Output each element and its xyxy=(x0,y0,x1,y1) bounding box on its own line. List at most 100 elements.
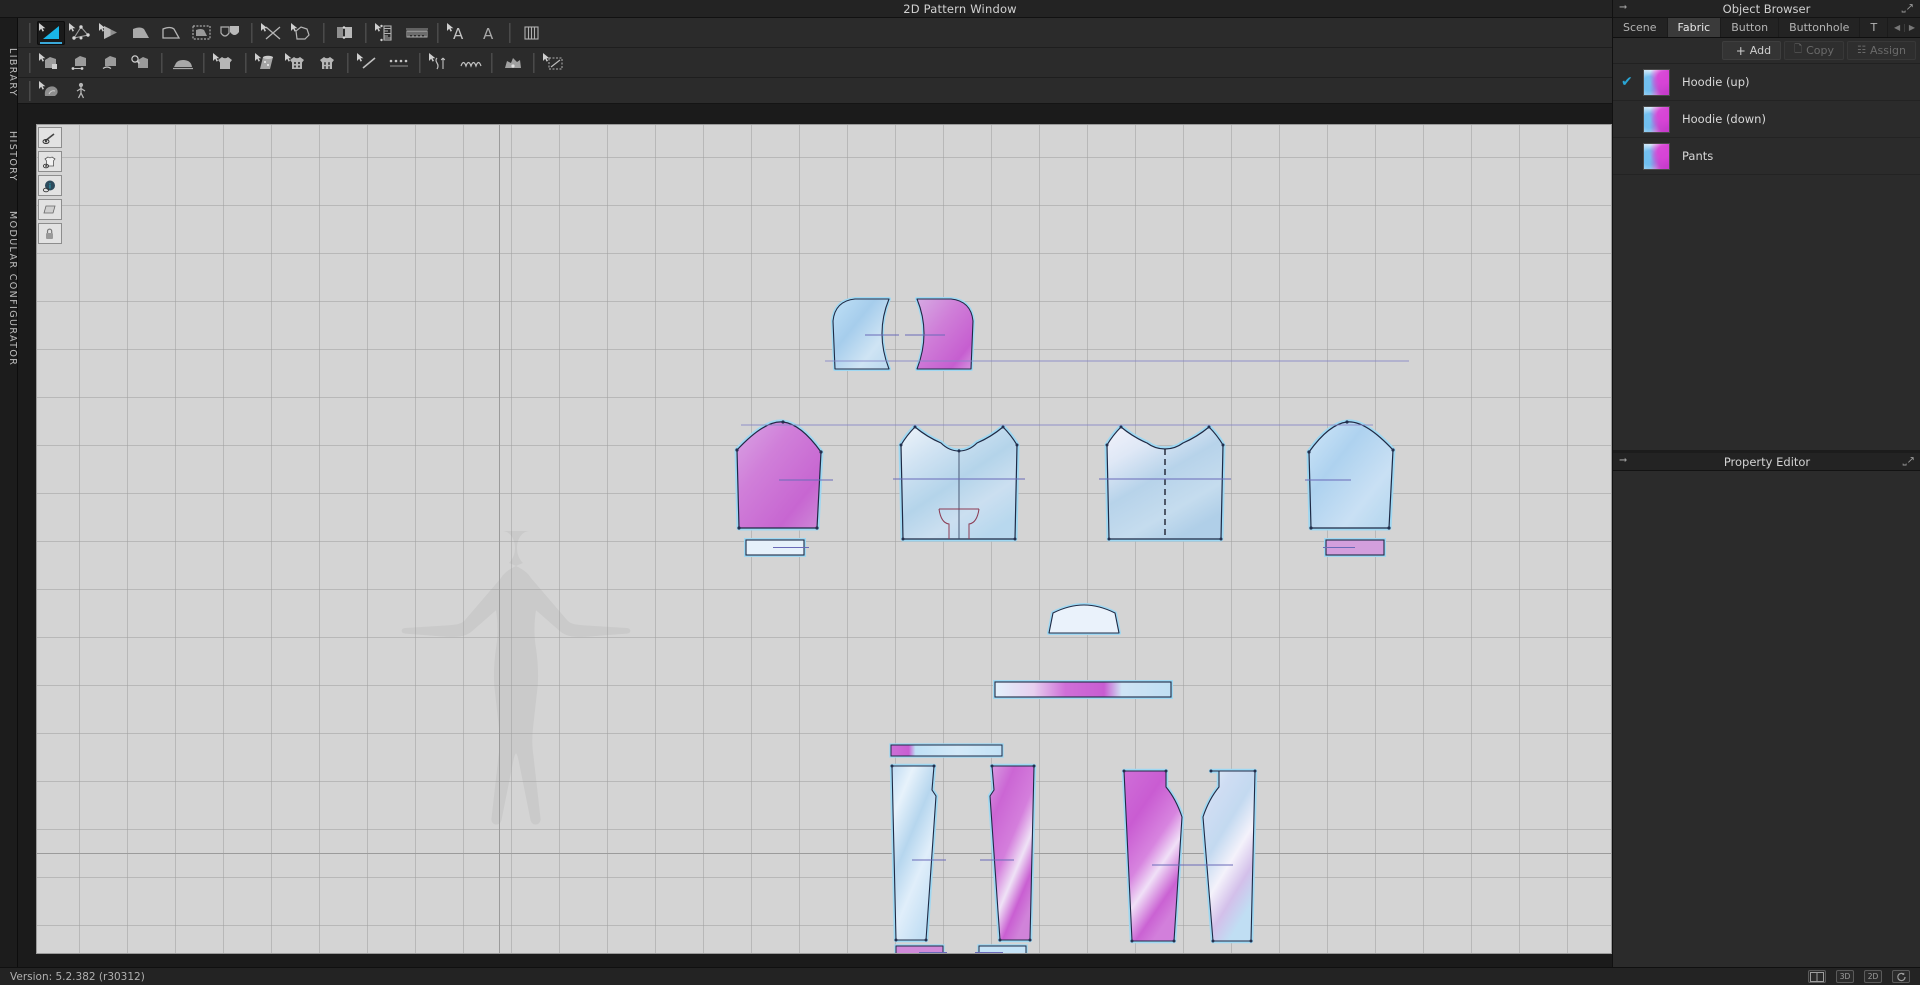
toolbar-divider xyxy=(419,52,421,73)
grading-icon[interactable] xyxy=(517,21,545,45)
right-panel: ➞ Object Browser ⎵↗ Scene Fabric Button … xyxy=(1612,0,1920,985)
topstitch-select-icon[interactable] xyxy=(541,51,569,75)
show-info-icon[interactable]: i xyxy=(38,175,62,196)
toolbar-divider xyxy=(29,22,31,43)
elastic-icon[interactable] xyxy=(427,51,455,75)
polygon-select-icon[interactable] xyxy=(127,21,155,45)
canvas-tool-strip: i xyxy=(38,127,62,244)
undock-icon[interactable]: ⎵↗ xyxy=(1902,2,1914,13)
zigzag-stitch-icon[interactable] xyxy=(457,51,485,75)
show-garment-icon[interactable] xyxy=(38,151,62,172)
pattern-piece-pants-cuff-right[interactable] xyxy=(975,942,1029,953)
pattern-piece-front-body[interactable] xyxy=(893,421,1025,546)
pattern-piece-pants-back-left[interactable] xyxy=(1118,765,1204,951)
list-item[interactable]: ✔ Hoodie (up) xyxy=(1613,64,1920,101)
sewing-curve-icon[interactable] xyxy=(97,51,125,75)
fabric-checked-icon[interactable]: ✔ xyxy=(1621,74,1643,90)
show-pattern-outline-icon[interactable] xyxy=(38,127,62,148)
tab-fabric[interactable]: Fabric xyxy=(1667,18,1722,37)
sidebar-item-modular-configurator[interactable]: MODULAR CONFIGURATOR xyxy=(0,204,18,374)
assign-fabric-button[interactable]: ☷ Assign xyxy=(1847,41,1916,60)
pin-icon[interactable]: ➞ xyxy=(1619,455,1627,466)
sidebar-item-library[interactable]: LIBRARY xyxy=(0,36,18,108)
toolbar-divider xyxy=(251,22,253,43)
fold-pattern-icon[interactable] xyxy=(331,21,359,45)
puckering-icon[interactable] xyxy=(499,51,527,75)
list-item[interactable]: Pants xyxy=(1613,138,1920,175)
transform-pattern-icon[interactable] xyxy=(37,20,65,45)
pattern-piece-sleeve-left[interactable] xyxy=(733,418,833,540)
copy-fabric-label: Copy xyxy=(1806,44,1835,57)
pattern-piece-hem-band[interactable] xyxy=(992,677,1174,703)
page-title: 2D Pattern Window xyxy=(903,1,1017,16)
fabric-shirt-icon[interactable] xyxy=(211,51,239,75)
text-edit-icon[interactable]: A xyxy=(475,21,503,45)
pattern-piece-back-body[interactable] xyxy=(1099,421,1231,546)
object-browser-tabs: Scene Fabric Button Buttonhole T ◀ | ▶ xyxy=(1613,18,1920,38)
object-browser-title: Object Browser xyxy=(1722,1,1811,16)
svg-text:A: A xyxy=(453,25,464,41)
lock-pattern-icon[interactable] xyxy=(38,223,62,244)
sewing-segment-icon[interactable] xyxy=(37,51,65,75)
pattern-piece-pants-front-left[interactable] xyxy=(884,762,946,948)
iron-flat-icon[interactable] xyxy=(169,51,197,75)
tab-topstitch[interactable]: T xyxy=(1860,18,1889,37)
copy-fabric-button[interactable]: 🗋 Copy xyxy=(1784,41,1845,60)
slash-spread-icon[interactable] xyxy=(259,21,287,45)
dotted-line-icon[interactable] xyxy=(385,51,413,75)
fabric-swatch[interactable] xyxy=(1643,68,1670,96)
tab-scene[interactable]: Scene xyxy=(1613,18,1668,37)
fabric-swatch[interactable] xyxy=(1643,105,1670,133)
list-item[interactable]: Hoodie (down) xyxy=(1613,101,1920,138)
pattern-piece-collar[interactable] xyxy=(1045,603,1123,639)
edit-curvature-icon[interactable] xyxy=(97,21,125,45)
pattern-piece-hood-right[interactable] xyxy=(905,295,977,375)
pattern-piece-pants-cuff-left[interactable] xyxy=(893,942,947,953)
toolbar-divider xyxy=(323,22,325,43)
undock-icon[interactable]: ⎵↗ xyxy=(1903,455,1915,466)
text-tool-icon[interactable]: A xyxy=(445,21,473,45)
sewing-free-icon[interactable] xyxy=(67,51,95,75)
avatar-pose-icon[interactable] xyxy=(67,79,95,103)
buttonhole-shirt-icon[interactable] xyxy=(313,51,341,75)
pattern-piece-cuff-right[interactable] xyxy=(1323,536,1389,560)
sidebar-item-history[interactable]: HISTORY xyxy=(0,118,18,194)
reset-view-icon[interactable] xyxy=(1892,970,1910,983)
tab-buttonhole[interactable]: Buttonhole xyxy=(1779,18,1861,37)
internal-polygon-icon[interactable] xyxy=(217,21,245,45)
pattern-piece-hood-left[interactable] xyxy=(829,295,899,375)
line-tool-icon[interactable] xyxy=(355,51,383,75)
show-layers-icon[interactable] xyxy=(38,199,62,220)
pattern-piece-cuff-left[interactable] xyxy=(743,536,809,560)
toolbar-divider xyxy=(347,52,349,73)
fabric-name: Hoodie (up) xyxy=(1682,75,1750,89)
button-shirt-icon[interactable] xyxy=(283,51,311,75)
view-3d-button[interactable]: 3D xyxy=(1836,970,1854,983)
roll-fabric-icon[interactable] xyxy=(253,51,281,75)
pattern-piece-pants-front-right[interactable] xyxy=(980,762,1042,948)
chevron-left-icon[interactable]: ◀ xyxy=(1894,23,1900,32)
view-controls: 3D 2D xyxy=(1808,970,1920,983)
fabric-swatch[interactable] xyxy=(1643,142,1670,170)
chevron-right-icon[interactable]: ▶ xyxy=(1909,23,1915,32)
pleat-icon[interactable] xyxy=(289,21,317,45)
svg-text:i: i xyxy=(49,182,51,190)
bonding-icon[interactable] xyxy=(37,79,65,103)
pattern-piece-sleeve-right[interactable] xyxy=(1305,418,1405,540)
pattern-canvas[interactable] xyxy=(36,124,1612,954)
measure-tape-icon[interactable] xyxy=(373,21,401,45)
pattern-piece-pants-back-right[interactable] xyxy=(1181,765,1267,951)
add-fabric-button[interactable]: plus-icon + Add xyxy=(1721,41,1782,60)
ruler-icon[interactable] xyxy=(403,21,431,45)
check-sewing-icon[interactable] xyxy=(127,51,155,75)
create-rectangle-icon[interactable] xyxy=(157,21,185,45)
tab-button[interactable]: Button xyxy=(1721,18,1780,37)
pattern-piece-pants-waistband[interactable] xyxy=(888,741,1006,761)
edit-pattern-icon[interactable] xyxy=(67,21,95,45)
trace-pattern-icon[interactable] xyxy=(187,21,215,45)
pin-icon[interactable]: ➞ xyxy=(1619,2,1627,13)
tab-arrow-divider: | xyxy=(1903,23,1906,32)
view-2d-button[interactable]: 2D xyxy=(1864,970,1882,983)
toolbar-row-2 xyxy=(18,48,1612,78)
split-view-icon[interactable] xyxy=(1808,970,1826,983)
